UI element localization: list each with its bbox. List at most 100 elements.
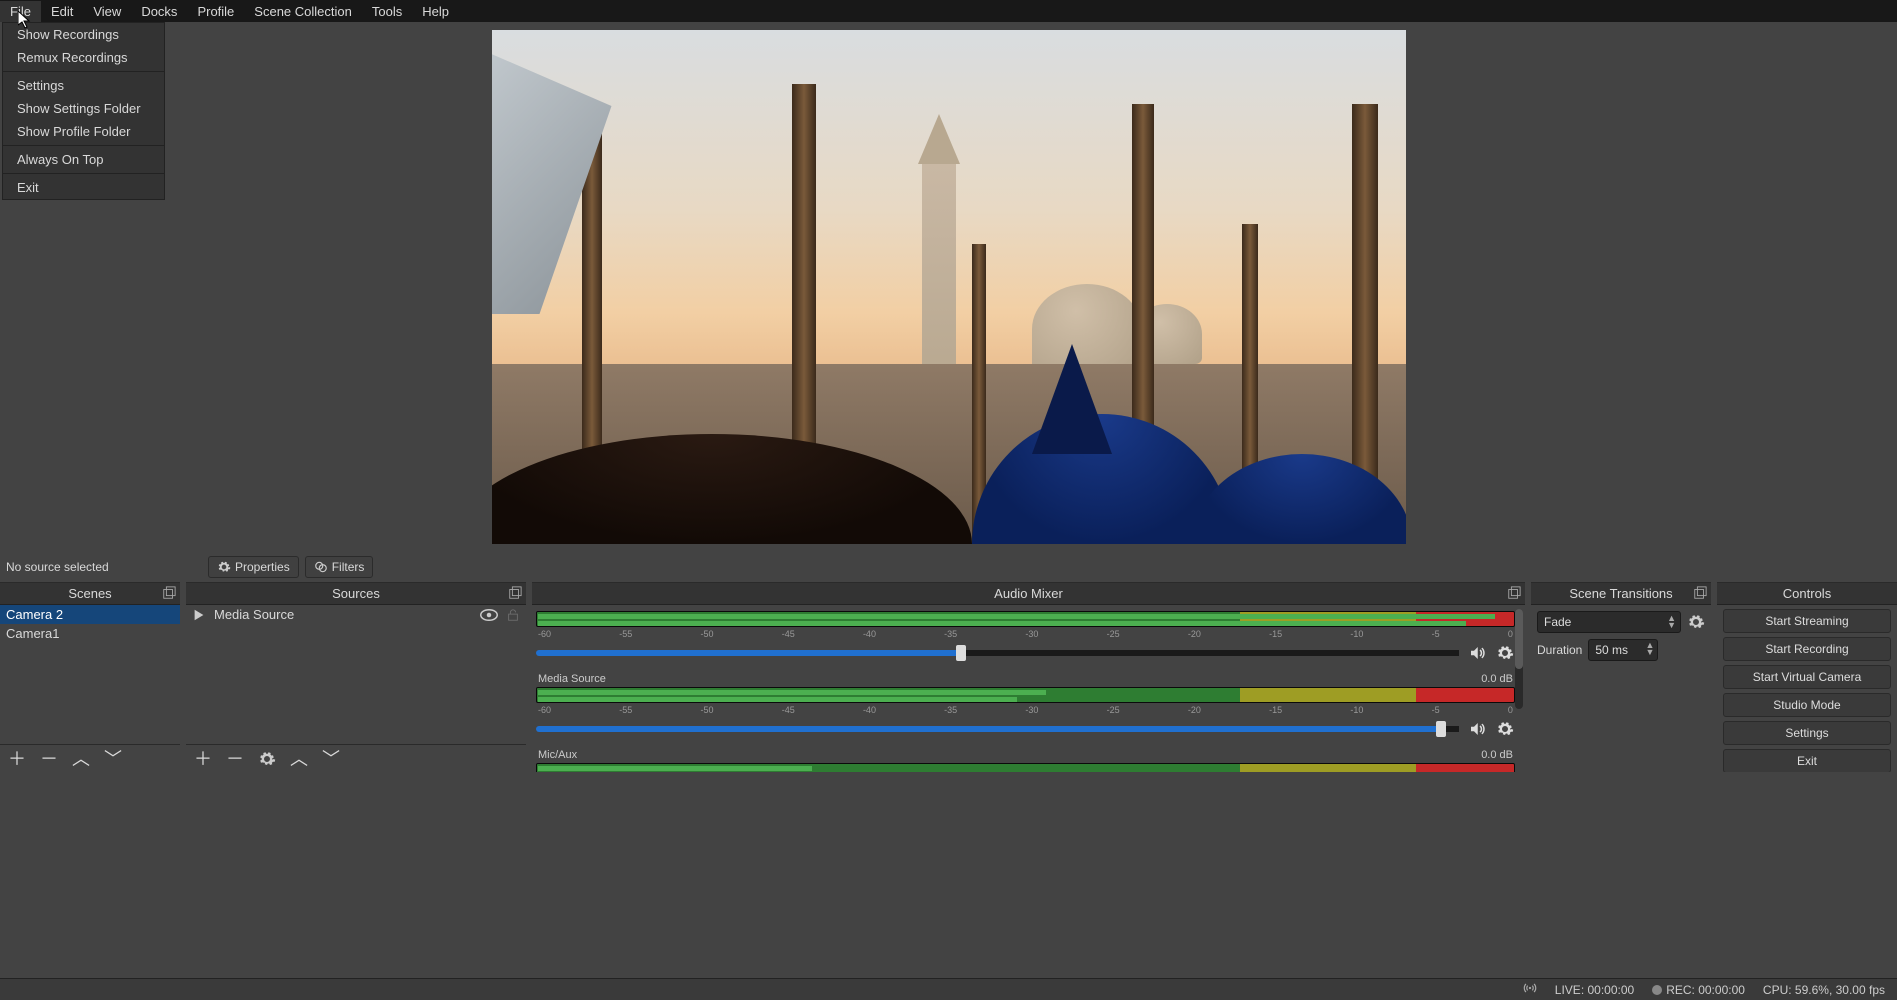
exit-button[interactable]: Exit xyxy=(1723,749,1891,772)
start-recording-button[interactable]: Start Recording xyxy=(1723,637,1891,661)
channel-db: 0.0 dB xyxy=(1481,673,1513,685)
popout-icon[interactable] xyxy=(1507,586,1521,600)
lock-toggle[interactable] xyxy=(506,608,520,622)
scene-item[interactable]: Camera1 xyxy=(0,624,180,643)
volume-slider[interactable] xyxy=(536,726,1459,732)
file-menu-show-settings-folder[interactable]: Show Settings Folder xyxy=(3,97,164,120)
transition-properties-button[interactable] xyxy=(1687,613,1705,631)
menu-scene-collection[interactable]: Scene Collection xyxy=(244,1,362,22)
transitions-title: Scene Transitions xyxy=(1569,586,1672,601)
preview-canvas[interactable] xyxy=(492,30,1406,544)
scenes-toolbar: ＋ － ︿ ﹀ xyxy=(0,744,180,772)
properties-label: Properties xyxy=(235,560,290,574)
start-streaming-button[interactable]: Start Streaming xyxy=(1723,609,1891,633)
file-menu-exit[interactable]: Exit xyxy=(3,176,164,199)
file-menu-settings[interactable]: Settings xyxy=(3,74,164,97)
channel-db: 0.0 dB xyxy=(1481,749,1513,761)
file-menu-show-recordings[interactable]: Show Recordings xyxy=(3,23,164,46)
menu-view[interactable]: View xyxy=(83,1,131,22)
popout-icon[interactable] xyxy=(508,586,522,600)
mixer-channel: Media Source 0.0 dB -60-55-50-45-40-35-30-… xyxy=(536,673,1515,739)
menu-profile[interactable]: Profile xyxy=(187,1,244,22)
duration-input[interactable]: 50 ms ▲▼ xyxy=(1588,639,1658,661)
mixer-body: -60-55-50-45-40-35-30-25-20-15-10-50Medi… xyxy=(532,605,1525,772)
gear-icon xyxy=(217,560,231,574)
file-menu-remux-recordings[interactable]: Remux Recordings xyxy=(3,46,164,69)
channel-settings-button[interactable] xyxy=(1495,719,1515,739)
scenes-list[interactable]: Camera 2 Camera1 xyxy=(0,605,180,744)
controls-header: Controls xyxy=(1717,583,1897,605)
remove-scene-button[interactable]: － xyxy=(40,750,58,768)
scene-item[interactable]: Camera 2 xyxy=(0,605,180,624)
popout-icon[interactable] xyxy=(162,586,176,600)
filters-button[interactable]: Filters xyxy=(305,556,374,578)
menu-separator xyxy=(3,145,164,146)
transitions-body: Fade ▲▼ Duration 50 ms ▲▼ xyxy=(1531,605,1711,772)
channel-name: Mic/Aux xyxy=(538,749,577,761)
vu-meter xyxy=(536,687,1515,703)
sources-dock: Sources Media Source ＋ － ︿ ﹀ xyxy=(186,582,526,772)
controls-body: Start Streaming Start Recording Start Vi… xyxy=(1717,605,1897,772)
file-menu-dropdown: Show Recordings Remux Recordings Setting… xyxy=(2,22,165,200)
file-menu-always-on-top[interactable]: Always On Top xyxy=(3,148,164,171)
menu-help[interactable]: Help xyxy=(412,1,459,22)
source-down-button[interactable]: ﹀ xyxy=(322,750,340,768)
menu-file[interactable]: File xyxy=(0,1,41,22)
mute-button[interactable] xyxy=(1467,719,1487,739)
transitions-dock: Scene Transitions Fade ▲▼ Duration 50 ms… xyxy=(1531,582,1711,772)
menu-edit[interactable]: Edit xyxy=(41,1,83,22)
mute-button[interactable] xyxy=(1467,643,1487,663)
popout-icon[interactable] xyxy=(1693,586,1707,600)
status-live: LIVE: 00:00:00 xyxy=(1555,983,1634,997)
duration-label: Duration xyxy=(1537,643,1582,657)
menu-docks[interactable]: Docks xyxy=(131,1,187,22)
studio-mode-button[interactable]: Studio Mode xyxy=(1723,693,1891,717)
sources-list[interactable]: Media Source xyxy=(186,605,526,744)
remove-source-button[interactable]: － xyxy=(226,750,244,768)
controls-title: Controls xyxy=(1783,586,1831,601)
docks-row: Scenes Camera 2 Camera1 ＋ － ︿ ﹀ Sources … xyxy=(0,582,1897,772)
status-rec: REC: 00:00:00 xyxy=(1666,983,1745,997)
menu-tools[interactable]: Tools xyxy=(362,1,412,22)
filters-icon xyxy=(314,560,328,574)
file-menu-show-profile-folder[interactable]: Show Profile Folder xyxy=(3,120,164,143)
no-source-label: No source selected xyxy=(4,560,202,574)
scenes-header: Scenes xyxy=(0,583,180,605)
transition-type-value: Fade xyxy=(1544,615,1571,629)
channel-settings-button[interactable] xyxy=(1495,643,1515,663)
scene-up-button[interactable]: ︿ xyxy=(72,750,90,768)
volume-slider[interactable] xyxy=(536,650,1459,656)
status-broadcast-icon xyxy=(1523,981,1537,998)
scene-down-button[interactable]: ﹀ xyxy=(104,750,122,768)
channel-name: Media Source xyxy=(538,673,606,685)
controls-dock: Controls Start Streaming Start Recording… xyxy=(1717,582,1897,772)
source-up-button[interactable]: ︿ xyxy=(290,750,308,768)
source-properties-button[interactable] xyxy=(258,750,276,768)
transitions-header: Scene Transitions xyxy=(1531,583,1711,605)
scenes-title: Scenes xyxy=(68,586,111,601)
vu-meter xyxy=(536,611,1515,627)
sources-title: Sources xyxy=(332,586,380,601)
transition-type-select[interactable]: Fade ▲▼ xyxy=(1537,611,1681,633)
mixer-scrollbar[interactable] xyxy=(1515,609,1523,709)
status-bar: LIVE: 00:00:00 REC: 00:00:00 CPU: 59.6%,… xyxy=(0,978,1897,1000)
source-item[interactable]: Media Source xyxy=(186,605,526,624)
source-toolbar: No source selected Properties Filters xyxy=(0,552,1897,582)
duration-value: 50 ms xyxy=(1595,643,1628,657)
vu-meter xyxy=(536,763,1515,772)
mixer-header: Audio Mixer xyxy=(532,583,1525,605)
play-icon xyxy=(192,608,206,622)
add-scene-button[interactable]: ＋ xyxy=(8,750,26,768)
vu-ticks: -60-55-50-45-40-35-30-25-20-15-10-50 xyxy=(538,705,1513,715)
mixer-channel: Mic/Aux0.0 dB-60-55-50-45-40-35-30-25-20… xyxy=(536,749,1515,772)
sources-toolbar: ＋ － ︿ ﹀ xyxy=(186,744,526,772)
visibility-toggle[interactable] xyxy=(480,608,498,622)
mixer-title: Audio Mixer xyxy=(994,586,1063,601)
start-virtual-camera-button[interactable]: Start Virtual Camera xyxy=(1723,665,1891,689)
mixer-channel: -60-55-50-45-40-35-30-25-20-15-10-50 xyxy=(536,611,1515,663)
menu-separator xyxy=(3,173,164,174)
menu-bar: File Edit View Docks Profile Scene Colle… xyxy=(0,0,1897,22)
properties-button[interactable]: Properties xyxy=(208,556,299,578)
add-source-button[interactable]: ＋ xyxy=(194,750,212,768)
settings-button[interactable]: Settings xyxy=(1723,721,1891,745)
